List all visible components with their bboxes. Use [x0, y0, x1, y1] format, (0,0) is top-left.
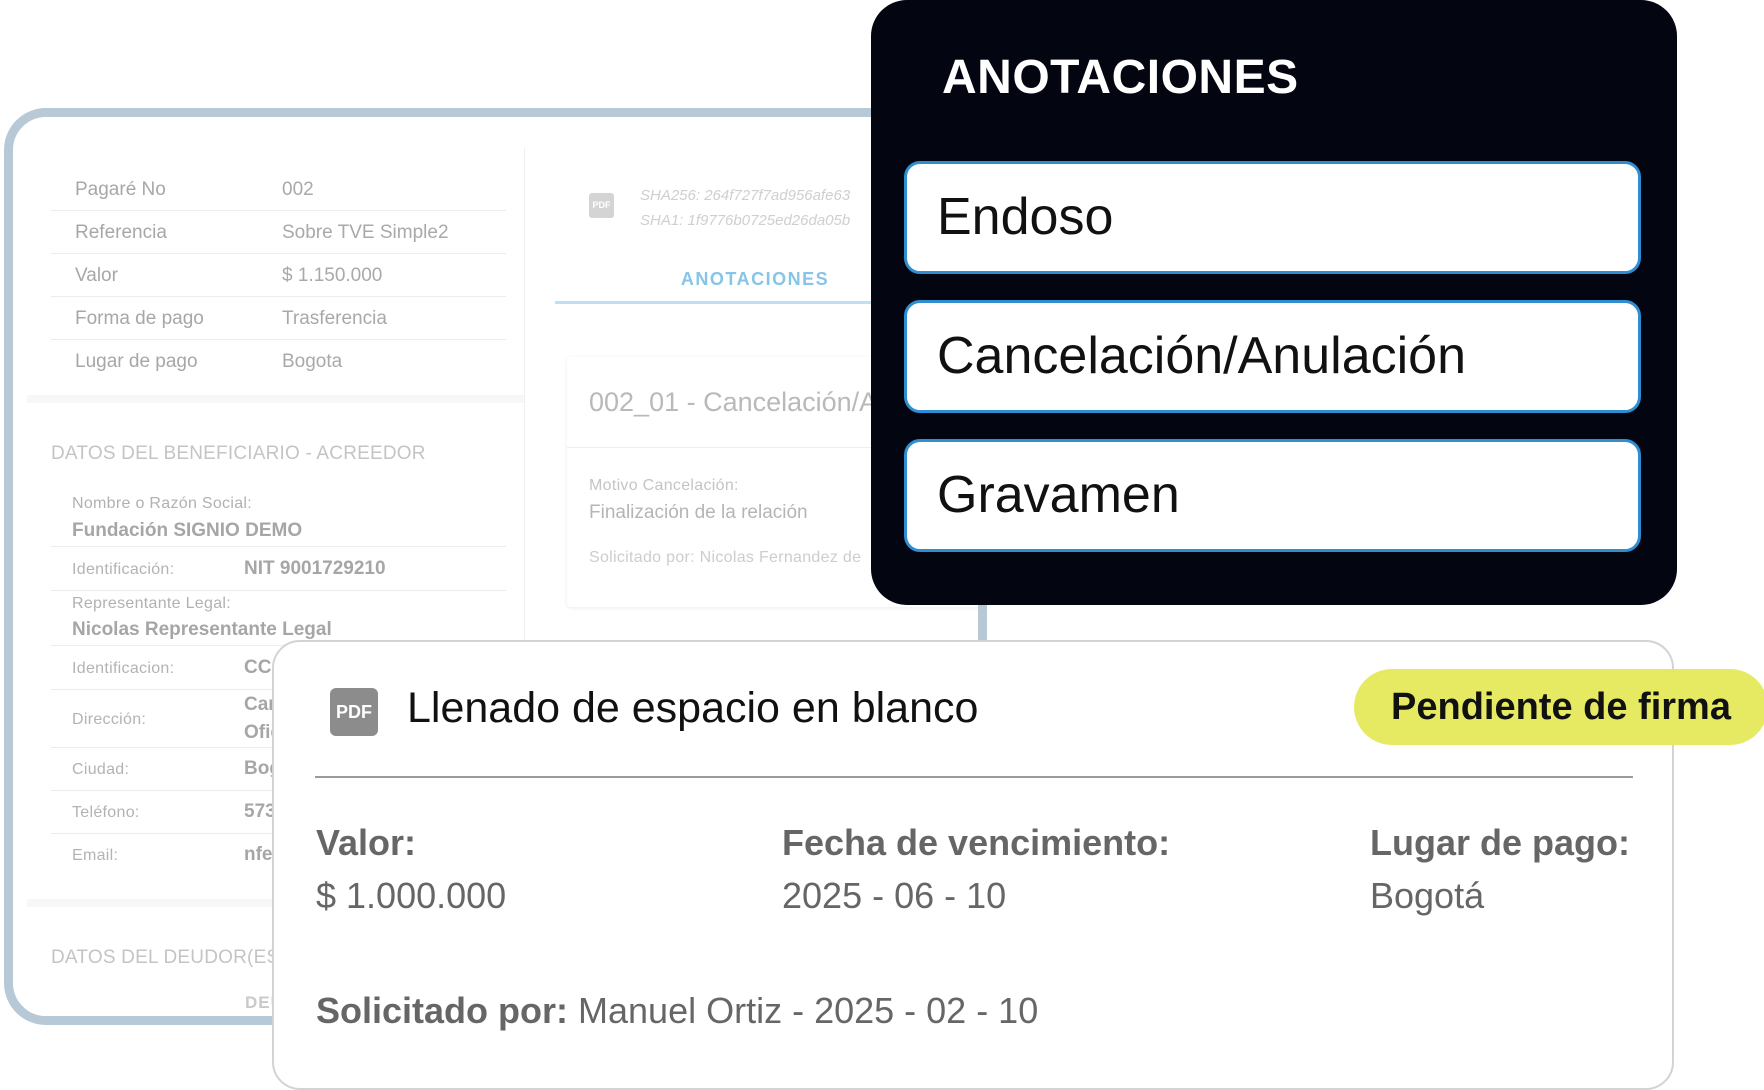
requested-by-value: Manuel Ortiz - 2025 - 02 - 10	[578, 990, 1039, 1031]
info-value: $ 1.150.000	[282, 265, 383, 286]
id-value: NIT 9001729210	[244, 558, 386, 579]
info-value: Bogota	[282, 351, 343, 372]
rep-label: Representante Legal:	[72, 595, 231, 612]
sha256-hash: SHA256: 264f727f7ad956afe63	[640, 187, 851, 204]
name-value: Fundación SIGNIO DEMO	[72, 520, 303, 541]
info-value: Trasferencia	[282, 308, 387, 329]
valor-value: $ 1.000.000	[316, 875, 507, 916]
section-separator	[27, 395, 524, 403]
info-row: Pagaré No 002	[51, 167, 506, 211]
menu-item-gravamen[interactable]: Gravamen	[904, 439, 1641, 552]
info-key: Forma de pago	[75, 308, 204, 329]
fecha-label: Fecha de vencimiento:	[782, 822, 1171, 863]
menu-item-endoso[interactable]: Endoso	[904, 161, 1641, 274]
annotation-title: 002_01 - Cancelación/A	[589, 387, 878, 417]
info-row: Valor $ 1.150.000	[51, 253, 506, 297]
reason-value: Finalización de la relación	[589, 502, 808, 523]
annotations-menu: ANOTACIONES Endoso Cancelación/Anulación…	[871, 0, 1677, 605]
info-value: Sobre TVE Simple2	[282, 222, 449, 243]
requested-by-label: Solicitado por:	[316, 990, 568, 1031]
rep-value: Nicolas Representante Legal	[72, 619, 332, 640]
info-key: Referencia	[75, 222, 167, 243]
annotation-title: Llenado de espacio en blanco	[407, 684, 979, 732]
kv-key: Dirección:	[72, 711, 147, 728]
lugar-label: Lugar de pago:	[1370, 822, 1630, 863]
fecha-value: 2025 - 06 - 10	[782, 875, 1007, 916]
annotation-detail-card[interactable]: PDF Llenado de espacio en blanco Pendien…	[272, 640, 1764, 1090]
info-row: Forma de pago Trasferencia	[51, 296, 506, 340]
kv-key: Identificacion:	[72, 660, 175, 677]
kv-key: Teléfono:	[72, 804, 140, 821]
info-row: Referencia Sobre TVE Simple2	[51, 210, 506, 254]
name-label: Nombre o Razón Social:	[72, 495, 253, 512]
requested-by-line: Solicitado por: Manuel Ortiz - 2025 - 02…	[316, 990, 1038, 1032]
status-badge: Pendiente de firma	[1354, 669, 1764, 745]
reason-label: Motivo Cancelación:	[589, 477, 739, 494]
lugar-value: Bogotá	[1370, 875, 1485, 916]
info-key: Valor	[75, 265, 118, 286]
kv-key: Email:	[72, 847, 119, 864]
pdf-icon: PDF	[330, 688, 378, 736]
debtor-heading: DATOS DEL DEUDOR(ES)	[51, 947, 286, 968]
requested-by: Solicitado por: Nicolas Fernandez de	[589, 549, 862, 566]
info-value: 002	[282, 179, 314, 200]
kv-key: Ciudad:	[72, 761, 130, 778]
valor-label: Valor:	[316, 822, 417, 863]
beneficiary-heading: DATOS DEL BENEFICIARIO - ACREEDOR	[51, 443, 426, 464]
divider	[315, 776, 1633, 778]
id-label: Identificación:	[72, 561, 175, 578]
menu-title: ANOTACIONES	[942, 51, 1299, 104]
info-row: Lugar de pago Bogota	[51, 339, 506, 382]
sha1-hash: SHA1: 1f9776b0725ed26da05b	[640, 212, 851, 229]
id-row: Identificación: NIT 9001729210	[51, 547, 506, 591]
pdf-icon: PDF	[589, 193, 614, 218]
menu-item-cancelacion[interactable]: Cancelación/Anulación	[904, 300, 1641, 413]
info-key: Pagaré No	[75, 179, 166, 200]
info-key: Lugar de pago	[75, 351, 198, 372]
